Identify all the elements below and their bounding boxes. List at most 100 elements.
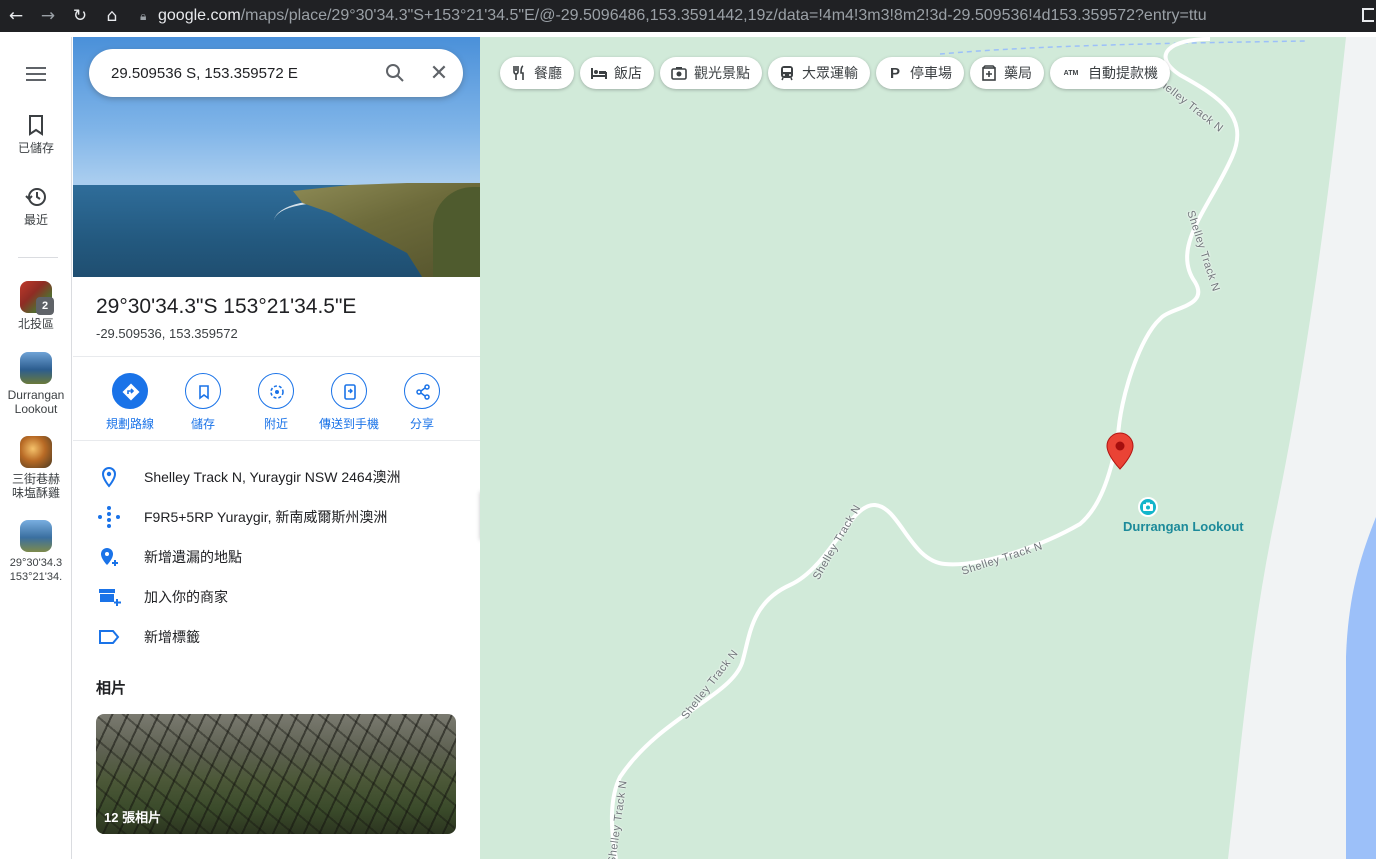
divider — [73, 440, 480, 441]
directions-label: 規劃路線 — [105, 417, 154, 431]
road-shelley-track-n — [609, 37, 1240, 859]
history-label: 三街巷赫味塩酥雞 — [11, 472, 60, 500]
browser-toolbar: ← → ↻ ⌂ 🔒︎ google.com /maps/place/29°30'… — [0, 0, 1376, 32]
location-pin-icon — [73, 466, 144, 488]
chip-label: 停車場 — [910, 65, 952, 81]
restaurant-icon — [510, 64, 528, 82]
chip-pharmacy[interactable]: 藥局 — [970, 57, 1044, 89]
photos-card[interactable]: 12 張相片 — [96, 714, 456, 834]
close-icon[interactable]: ✕ — [415, 53, 463, 93]
rail-history-item[interactable]: Durrangan Lookout — [0, 352, 72, 416]
rail-saved[interactable]: 已儲存 — [0, 113, 72, 155]
place-panel: 29.509536 S, 153.359572 E ✕ 29°30'34.3"S… — [73, 37, 480, 859]
transit-icon — [778, 64, 796, 82]
rail-history-item[interactable]: 三街巷赫味塩酥雞 — [0, 436, 72, 500]
bookmark-icon — [29, 115, 43, 136]
chip-attractions[interactable]: 觀光景點 — [660, 57, 762, 89]
map-graphics — [609, 37, 1376, 859]
share-button[interactable]: 分享 — [377, 373, 467, 432]
url-path: /maps/place/29°30'34.3"S+153°21'34.5"E/@… — [240, 7, 1207, 24]
lock-icon: 🔒︎ — [140, 8, 147, 23]
chip-parking[interactable]: P 停車場 — [876, 57, 964, 89]
chip-label: 觀光景點 — [694, 65, 750, 81]
add-business-row[interactable]: 加入你的商家 — [73, 577, 480, 617]
menu-icon[interactable] — [26, 67, 46, 81]
search-input[interactable]: 29.509536 S, 153.359572 E — [111, 65, 375, 82]
history-icon — [25, 188, 46, 206]
history-label: 北投區 — [17, 317, 54, 331]
add-location-icon — [73, 546, 144, 568]
add-business-icon — [73, 586, 144, 608]
cast-icon[interactable] — [1362, 8, 1374, 22]
plus-code-row[interactable]: F9R5+5RP Yuraygir, 新南威爾斯州澳洲 — [73, 497, 480, 537]
url-host: google.com — [158, 7, 241, 24]
hotel-icon — [590, 64, 608, 82]
history-thumbnail — [20, 520, 52, 552]
send-to-phone-icon — [331, 373, 367, 409]
chip-label: 餐廳 — [534, 65, 562, 81]
back-arrow-icon[interactable]: ← — [0, 0, 32, 32]
chip-atm[interactable]: ATM 自動提款機 — [1050, 57, 1170, 89]
address-bar[interactable]: 🔒︎ google.com /maps/place/29°30'34.3"S+1… — [140, 3, 1376, 29]
place-coordinates: -29.509536, 153.359572 — [96, 326, 238, 341]
chip-label: 飯店 — [614, 65, 642, 81]
address-text: Shelley Track N, Yuraygir NSW 2464澳洲 — [144, 469, 401, 485]
rail-divider — [18, 257, 58, 258]
chip-label: 自動提款機 — [1088, 65, 1158, 81]
directions-icon — [112, 373, 148, 409]
rail-history-item[interactable]: 2 北投區 — [0, 281, 72, 331]
search-box[interactable]: 29.509536 S, 153.359572 E ✕ — [89, 49, 463, 97]
left-rail: 已儲存 最近 2 北投區 Durrangan Lookout 三街巷赫味塩酥雞 … — [0, 37, 72, 859]
divider — [73, 356, 480, 357]
chip-label: 藥局 — [1004, 65, 1032, 81]
track-dashed — [939, 40, 1307, 55]
history-count-badge: 2 — [36, 297, 54, 315]
chip-hotels[interactable]: 飯店 — [580, 57, 654, 89]
plus-code-icon — [73, 505, 144, 529]
category-chips: 餐廳 飯店 觀光景點 大眾運輸 P 停車場 藥局 ATM 自動提款機 — [500, 57, 1170, 89]
history-label: Durrangan Lookout — [7, 388, 65, 416]
rail-recent[interactable]: 最近 — [0, 185, 72, 227]
rail-history-item[interactable]: 29°30'34.3 153°21'34. — [0, 520, 72, 584]
history-thumbnail — [20, 436, 52, 468]
nearby-label: 附近 — [263, 417, 288, 431]
home-icon[interactable]: ⌂ — [96, 0, 128, 32]
history-thumbnail — [20, 352, 52, 384]
atm-icon: ATM — [1063, 69, 1079, 77]
photos-heading: 相片 — [96, 680, 127, 697]
add-missing-place-row[interactable]: 新增遺漏的地點 — [73, 537, 480, 577]
share-label: 分享 — [409, 417, 434, 431]
add-business-text: 加入你的商家 — [144, 589, 228, 605]
location-pin-marker-icon[interactable] — [1106, 432, 1134, 470]
forward-arrow-icon[interactable]: → — [32, 0, 64, 32]
address-row[interactable]: Shelley Track N, Yuraygir NSW 2464澳洲 — [73, 457, 480, 497]
camera-icon — [670, 64, 688, 82]
history-thumbnail: 2 — [20, 281, 54, 315]
photo-count-label: 12 張相片 — [104, 810, 162, 825]
bookmark-icon — [185, 373, 221, 409]
plus-code-text: F9R5+5RP Yuraygir, 新南威爾斯州澳洲 — [144, 509, 388, 525]
parking-icon: P — [889, 64, 900, 82]
chip-transit[interactable]: 大眾運輸 — [768, 57, 870, 89]
action-bar: 規劃路線 儲存 附近 傳送到手機 分享 — [73, 373, 480, 439]
rail-recent-label: 最近 — [23, 213, 48, 227]
search-icon[interactable] — [375, 53, 415, 93]
send-to-phone-label: 傳送到手機 — [318, 417, 379, 431]
chip-restaurants[interactable]: 餐廳 — [500, 57, 574, 89]
map-canvas[interactable] — [480, 37, 1376, 859]
label-icon — [73, 629, 144, 645]
chip-label: 大眾運輸 — [802, 65, 858, 81]
add-missing-place-text: 新增遺漏的地點 — [144, 549, 242, 565]
add-label-row[interactable]: 新增標籤 — [73, 617, 480, 657]
place-title: 29°30'34.3"S 153°21'34.5"E — [96, 295, 357, 318]
share-icon — [404, 373, 440, 409]
nearby-icon — [258, 373, 294, 409]
pharmacy-icon — [980, 64, 998, 82]
history-label: 29°30'34.3 153°21'34. — [9, 557, 63, 583]
rail-saved-label: 已儲存 — [17, 141, 54, 155]
add-label-text: 新增標籤 — [144, 629, 200, 645]
lookout-poi-icon[interactable] — [1138, 497, 1158, 517]
save-label: 儲存 — [190, 417, 215, 431]
reload-icon[interactable]: ↻ — [64, 0, 96, 32]
poi-label[interactable]: Durrangan Lookout — [1123, 519, 1244, 534]
